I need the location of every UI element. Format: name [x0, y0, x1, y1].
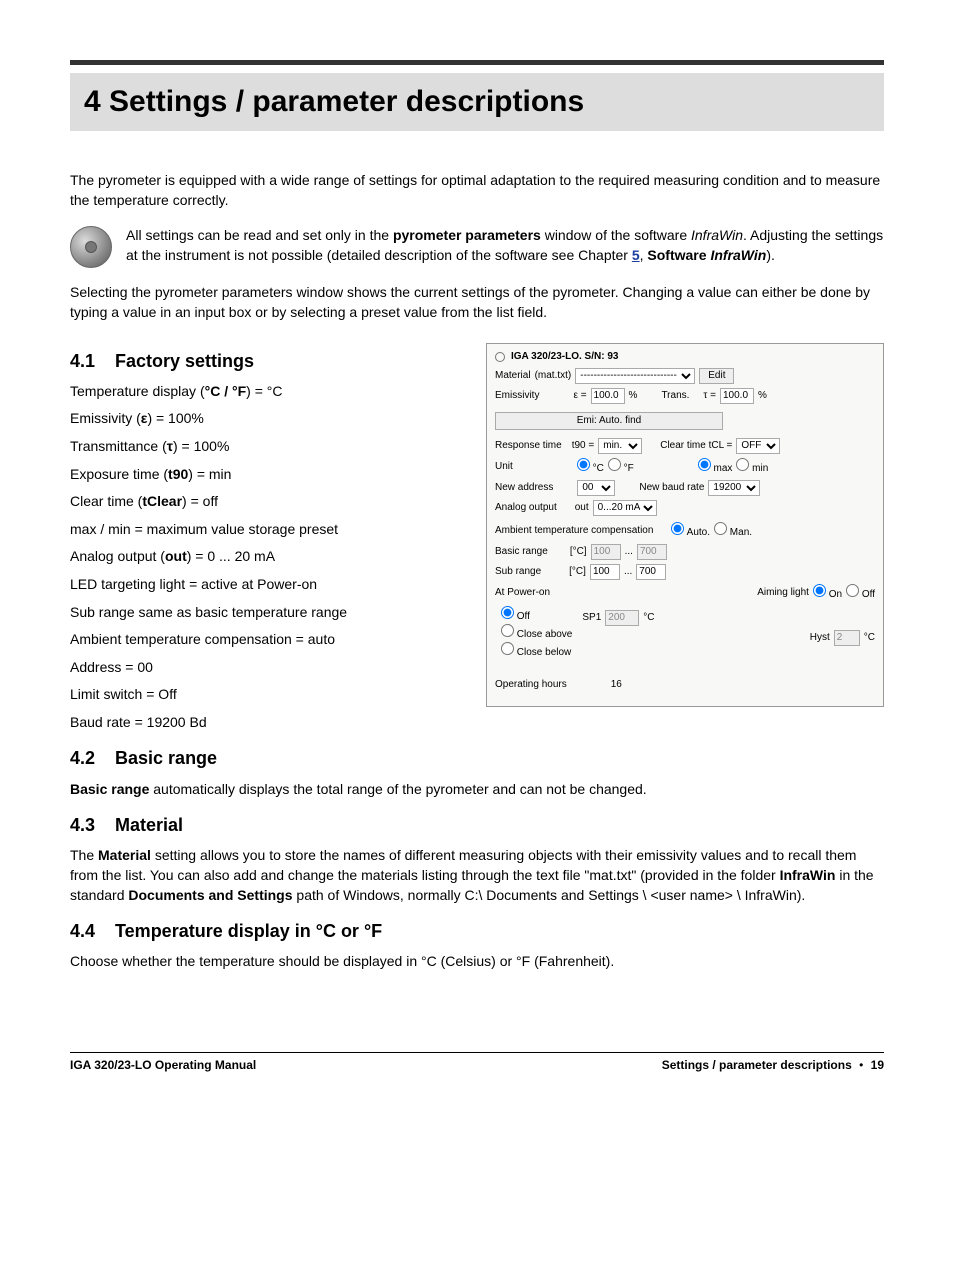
response-time-label: Response time [495, 439, 562, 453]
emissivity-label: Emissivity [495, 389, 539, 403]
degc: °C [864, 631, 875, 645]
t: window of the software [541, 227, 691, 243]
material-select[interactable]: ----------------------------- [575, 368, 695, 384]
aim-off-radio[interactable]: Off [846, 584, 875, 602]
sp1-label: SP1 [582, 611, 601, 625]
basic-range-label: Basic range [495, 545, 548, 559]
sub-range-hi-input[interactable] [636, 564, 666, 580]
auto-find-button[interactable]: Emi: Auto. find [495, 412, 723, 430]
panel-title: IGA 320/23-LO. S/N: 93 [511, 350, 618, 364]
section-4-1-heading: 4.1 Factory settings [70, 349, 468, 374]
top-rule [70, 60, 884, 65]
chapter-5-link[interactable]: 5 [632, 247, 640, 263]
factory-settings-list: Temperature display (°C / °F) = °C Emiss… [70, 382, 468, 733]
sub-range-label: Sub range [495, 565, 541, 579]
note-icon [70, 226, 112, 268]
baud-select[interactable]: 19200 [708, 480, 760, 496]
degc-label: [°C] [569, 565, 586, 579]
dots: ... [625, 545, 633, 559]
basic-range-hi [637, 544, 667, 560]
unit-f-radio[interactable]: °F [608, 458, 634, 476]
disk-icon [495, 352, 505, 362]
t: Software InfraWin [647, 247, 766, 263]
after-note-paragraph: Selecting the pyrometer parameters windo… [70, 283, 884, 322]
new-address-label: New address [495, 481, 553, 495]
clear-time-select[interactable]: OFF [736, 438, 780, 454]
atc-man-radio[interactable]: Man. [714, 522, 752, 540]
hyst-label: Hyst [810, 631, 830, 645]
aim-on-radio[interactable]: On [813, 584, 842, 602]
aiming-light-label: Aiming light [757, 586, 809, 600]
eps-label: ε = [573, 389, 586, 403]
max-radio[interactable]: max [698, 458, 733, 476]
analog-output-select[interactable]: 0...20 mA [593, 500, 657, 516]
operating-hours-value: 16 [611, 678, 622, 692]
p43: The Material setting allows you to store… [70, 846, 884, 905]
mattxt-label: (mat.txt) [535, 369, 572, 383]
t: All settings can be read and set only in… [126, 227, 393, 243]
trans-label: Trans. [661, 389, 689, 403]
basic-range-lo [591, 544, 621, 560]
clear-time-label: Clear time tCL = [660, 439, 732, 453]
unit-label: Unit [495, 460, 513, 474]
atc-auto-radio[interactable]: Auto. [671, 522, 710, 540]
pct: % [629, 389, 638, 403]
section-4-4-heading: 4.4 Temperature display in °C or °F [70, 919, 884, 944]
poweron-close-above-radio[interactable]: Close above [501, 629, 572, 640]
t: ). [766, 247, 775, 263]
p44: Choose whether the temperature should be… [70, 952, 884, 972]
p42: Basic range automatically displays the t… [70, 780, 884, 800]
note-text: All settings can be read and set only in… [126, 226, 884, 269]
min-radio[interactable]: min [736, 458, 768, 476]
degc: °C [643, 611, 654, 625]
hyst-input [834, 630, 860, 646]
power-on-label: At Power-on [495, 586, 550, 600]
page-footer: IGA 320/23-LO Operating Manual Settings … [70, 1052, 884, 1074]
dots: ... [624, 565, 632, 579]
unit-c-radio[interactable]: °C [577, 458, 604, 476]
footer-left: IGA 320/23-LO Operating Manual [70, 1057, 256, 1074]
material-label: Material [495, 369, 531, 383]
poweron-off-radio[interactable]: Off [501, 611, 530, 622]
analog-output-label: Analog output [495, 501, 557, 515]
t90-label: t90 = [572, 439, 595, 453]
sub-range-lo-input[interactable] [590, 564, 620, 580]
out-label: out [575, 501, 589, 515]
degc-label: [°C] [570, 545, 587, 559]
t: InfraWin [691, 227, 743, 243]
section-4-2-heading: 4.2 Basic range [70, 746, 884, 771]
new-baud-label: New baud rate [639, 481, 704, 495]
t: pyrometer parameters [393, 227, 541, 243]
atc-label: Ambient temperature compensation [495, 524, 653, 538]
pct: % [758, 389, 767, 403]
intro-paragraph: The pyrometer is equipped with a wide ra… [70, 171, 884, 210]
t90-select[interactable]: min. [598, 438, 642, 454]
chapter-heading: 4 Settings / parameter descriptions [70, 73, 884, 131]
emissivity-input[interactable] [591, 388, 625, 404]
address-select[interactable]: 00 [577, 480, 615, 496]
tau-label: τ = [703, 389, 716, 403]
note-block: All settings can be read and set only in… [70, 226, 884, 269]
parameters-panel: IGA 320/23-LO. S/N: 93 Material (mat.txt… [486, 343, 884, 707]
poweron-close-below-radio[interactable]: Close below [501, 647, 571, 658]
sp1-input [605, 610, 639, 626]
section-4-3-heading: 4.3 Material [70, 813, 884, 838]
trans-input[interactable] [720, 388, 754, 404]
footer-right: Settings / parameter descriptions • 19 [662, 1057, 884, 1074]
operating-hours-label: Operating hours [495, 678, 567, 692]
edit-button[interactable]: Edit [699, 368, 734, 384]
